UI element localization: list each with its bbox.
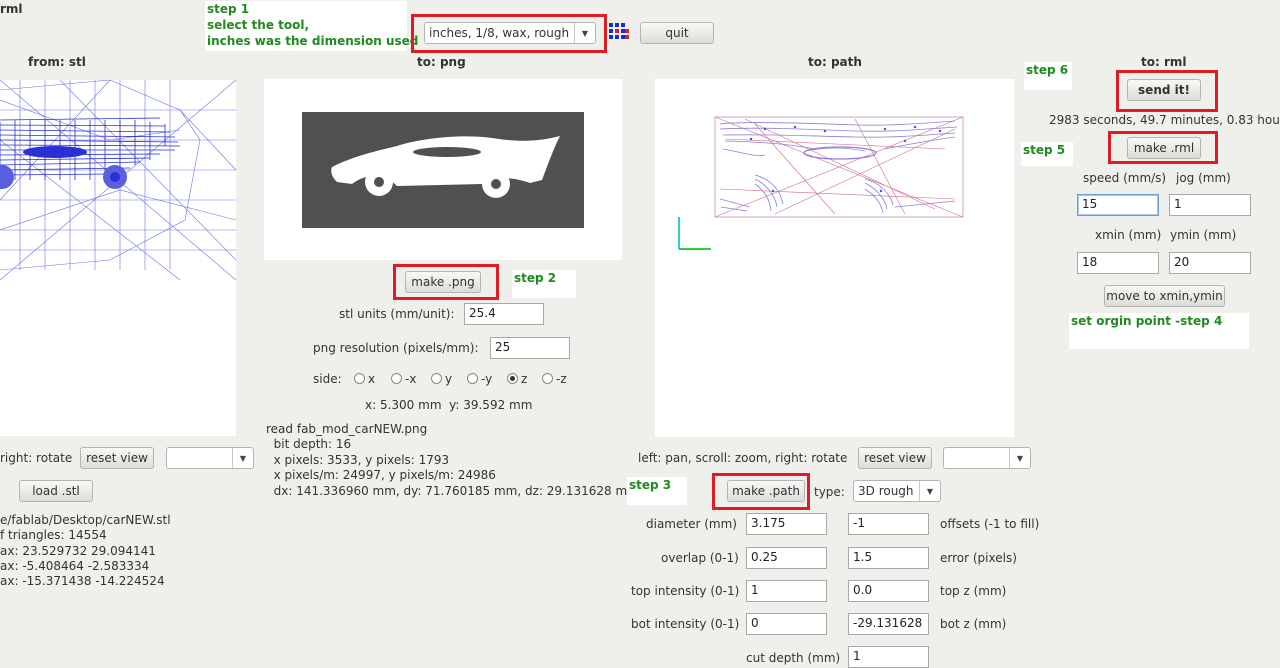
stl-mesh-view — [0, 79, 237, 281]
stl-view-select[interactable]: ▼ — [166, 447, 254, 469]
overlap-input[interactable]: 0.25 — [746, 547, 827, 569]
radio-selected-icon — [507, 373, 518, 384]
offsets-label: offsets (-1 to fill) — [940, 517, 1040, 531]
step4-note: set orgin point -step 4 — [1069, 313, 1249, 349]
cut-depth-label: cut depth (mm) — [746, 651, 841, 665]
png-resolution-label: png resolution (pixels/mm): — [313, 341, 479, 355]
side-radio-x[interactable]: x — [354, 372, 375, 386]
png-info-line-3: x pixels/m: 24997, y pixels/m: 24986 — [266, 468, 496, 482]
step6-highlight — [1116, 70, 1218, 112]
toolpath-preview — [678, 116, 964, 250]
xmin-label: xmin (mm) — [1095, 228, 1162, 242]
side-radio-z[interactable]: z — [507, 372, 527, 386]
error-label: error (pixels) — [940, 551, 1017, 565]
radio-icon — [467, 373, 478, 384]
radio-icon — [542, 373, 553, 384]
side-radio-y[interactable]: y — [431, 372, 452, 386]
top-z-input[interactable]: 0.0 — [848, 580, 929, 602]
radio-icon — [431, 373, 442, 384]
top-intensity-label: top intensity (0-1) — [631, 584, 740, 598]
estimated-time: 2983 seconds, 49.7 minutes, 0.83 hours — [1049, 113, 1280, 127]
png-info-line-0: read fab_mod_carNEW.png — [266, 422, 428, 436]
png-info-line-2: x pixels: 3533, y pixels: 1793 — [266, 453, 450, 467]
rml-panel-title: to: rml — [1141, 55, 1187, 69]
stl-info-line-3: ax: -5.408464 -2.583334 — [0, 559, 150, 573]
step2-note: step 2 — [512, 270, 576, 298]
chevron-down-icon: ▼ — [232, 448, 253, 468]
app-title: rml — [0, 2, 23, 16]
png-coords: x: 5.300 mm y: 39.592 mm — [365, 398, 533, 412]
path-reset-view-button[interactable]: reset view — [858, 447, 932, 469]
load-stl-button[interactable]: load .stl — [19, 480, 93, 502]
move-to-xmin-ymin-button[interactable]: move to xmin,ymin — [1104, 285, 1225, 307]
png-panel-title: to: png — [417, 55, 466, 69]
stl-viewer[interactable] — [0, 79, 237, 436]
step5-highlight — [1108, 131, 1218, 164]
jog-input[interactable]: 1 — [1169, 194, 1251, 216]
speed-input[interactable]: 15 — [1077, 194, 1159, 216]
png-preview-image — [302, 112, 584, 228]
type-label: type: — [814, 485, 845, 499]
path-viewer[interactable] — [655, 79, 1014, 437]
side-radio-neg-z[interactable]: -z — [542, 372, 567, 386]
top-z-label: top z (mm) — [940, 584, 1007, 598]
step1-highlight — [411, 14, 607, 53]
step3-note: step 3 — [627, 477, 687, 505]
stl-info-line-4: ax: -15.371438 -14.224524 — [0, 574, 165, 588]
path-type-select[interactable]: 3D rough ▼ — [853, 480, 941, 502]
top-intensity-input[interactable]: 1 — [746, 580, 827, 602]
side-radio-neg-x[interactable]: -x — [391, 372, 416, 386]
bot-intensity-input[interactable]: 0 — [746, 613, 827, 635]
stl-units-label: stl units (mm/unit): — [339, 307, 455, 321]
png-viewer — [264, 79, 622, 260]
ymin-input[interactable]: 20 — [1169, 252, 1251, 274]
radio-icon — [391, 373, 402, 384]
offsets-input[interactable]: -1 — [848, 513, 929, 535]
stl-units-input[interactable]: 25.4 — [464, 303, 544, 325]
png-resolution-input[interactable]: 25 — [490, 337, 570, 359]
chevron-down-icon: ▼ — [1009, 448, 1030, 468]
stl-info-line-2: ax: 23.529732 29.094141 — [0, 544, 156, 558]
step3-highlight — [712, 473, 810, 510]
error-input[interactable]: 1.5 — [848, 547, 929, 569]
overlap-label: overlap (0-1) — [661, 551, 739, 565]
path-hint: left: pan, scroll: zoom, right: rotate — [638, 451, 848, 465]
step6-note: step 6 — [1024, 62, 1072, 90]
diameter-label: diameter (mm) — [646, 517, 737, 531]
step5-note: step 5 — [1021, 142, 1073, 166]
xmin-input[interactable]: 18 — [1077, 252, 1159, 274]
side-radio-neg-y[interactable]: -y — [467, 372, 492, 386]
speed-label: speed (mm/s) — [1083, 171, 1167, 185]
png-info-line-1: bit depth: 16 — [266, 437, 352, 451]
fab-logo-icon — [609, 23, 629, 39]
step2-highlight — [393, 264, 499, 300]
bot-z-label: bot z (mm) — [940, 617, 1007, 631]
jog-label: jog (mm) — [1176, 171, 1231, 185]
cut-depth-input[interactable]: 1 — [848, 646, 929, 668]
chevron-down-icon: ▼ — [919, 481, 940, 501]
quit-button[interactable]: quit — [640, 22, 714, 44]
step1-note: step 1 select the tool, inches was the d… — [205, 1, 418, 51]
path-panel-title: to: path — [808, 55, 862, 69]
path-view-select[interactable]: ▼ — [943, 447, 1031, 469]
bot-z-input[interactable]: -29.131628 — [848, 613, 929, 635]
bot-intensity-label: bot intensity (0-1) — [631, 617, 740, 631]
side-label: side: — [313, 372, 342, 386]
diameter-input[interactable]: 3.175 — [746, 513, 827, 535]
ymin-label: ymin (mm) — [1170, 228, 1237, 242]
stl-panel-title: from: stl — [28, 55, 86, 69]
stl-info-line-1: f triangles: 14554 — [0, 528, 107, 542]
radio-icon — [354, 373, 365, 384]
stl-hint: right: rotate — [0, 451, 73, 465]
stl-info-line-0: e/fablab/Desktop/carNEW.stl — [0, 513, 171, 527]
png-info-line-4: dx: 141.336960 mm, dy: 71.760185 mm, dz:… — [266, 484, 639, 498]
stl-reset-view-button[interactable]: reset view — [80, 447, 154, 469]
